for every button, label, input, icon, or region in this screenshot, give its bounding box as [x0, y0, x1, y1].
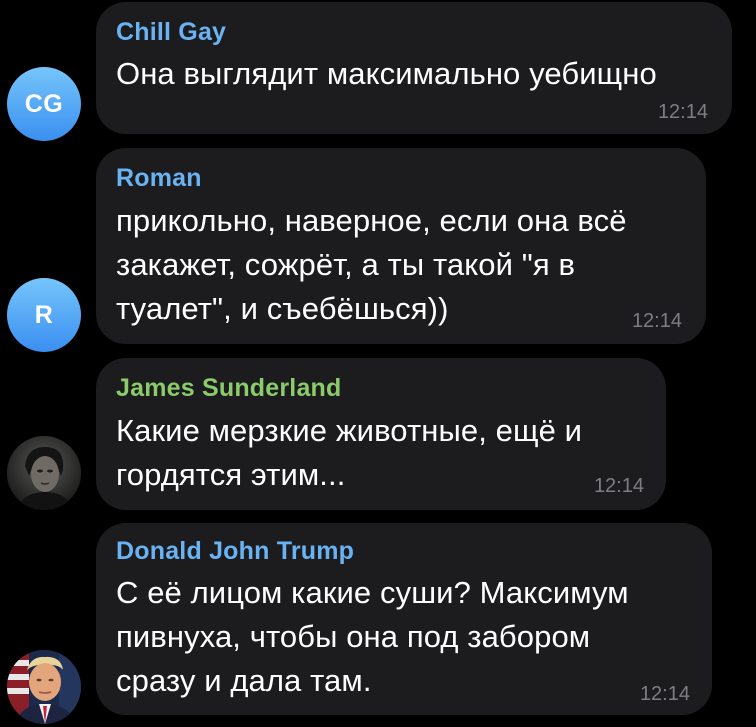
message-text: С её лицом какие суши? Максимум пивнуха,… — [116, 575, 629, 698]
avatar-initials: R — [34, 300, 54, 329]
sender-name[interactable]: James Sunderland — [116, 374, 342, 403]
message-time: 12:14 — [631, 310, 682, 332]
dark-portrait-avatar-icon — [7, 436, 81, 510]
avatar-initials: CG — [24, 89, 64, 118]
message-time: 12:14 — [639, 683, 690, 705]
avatar[interactable]: R — [7, 278, 81, 352]
message-time: 12:14 — [657, 101, 708, 123]
message-text: прикольно, наверное, если она всё закаже… — [116, 203, 627, 326]
message-text: Она выглядит максимально уебищно — [116, 56, 657, 91]
portrait-with-flag-avatar-icon — [7, 650, 81, 724]
avatar[interactable]: CG — [7, 67, 81, 141]
message-bubble[interactable]: Roman прикольно, наверное, если она всё … — [96, 148, 706, 344]
sender-name[interactable]: Chill Gay — [116, 18, 226, 47]
sender-name[interactable]: Donald John Trump — [116, 537, 354, 566]
message-bubble[interactable]: James Sunderland Какие мерзкие животные,… — [96, 358, 666, 510]
message-bubble[interactable]: Chill Gay Она выглядит максимально уебищ… — [96, 2, 732, 134]
message-time: 12:14 — [593, 475, 644, 497]
message-bubble[interactable]: Donald John Trump С её лицом какие суши?… — [96, 523, 712, 715]
sender-name[interactable]: Roman — [116, 164, 202, 193]
portrait-with-flag-avatar-icon[interactable] — [7, 650, 81, 724]
dark-portrait-avatar-icon[interactable] — [7, 436, 81, 510]
message-text: Какие мерзкие животные, ещё и гордятся э… — [116, 413, 583, 492]
